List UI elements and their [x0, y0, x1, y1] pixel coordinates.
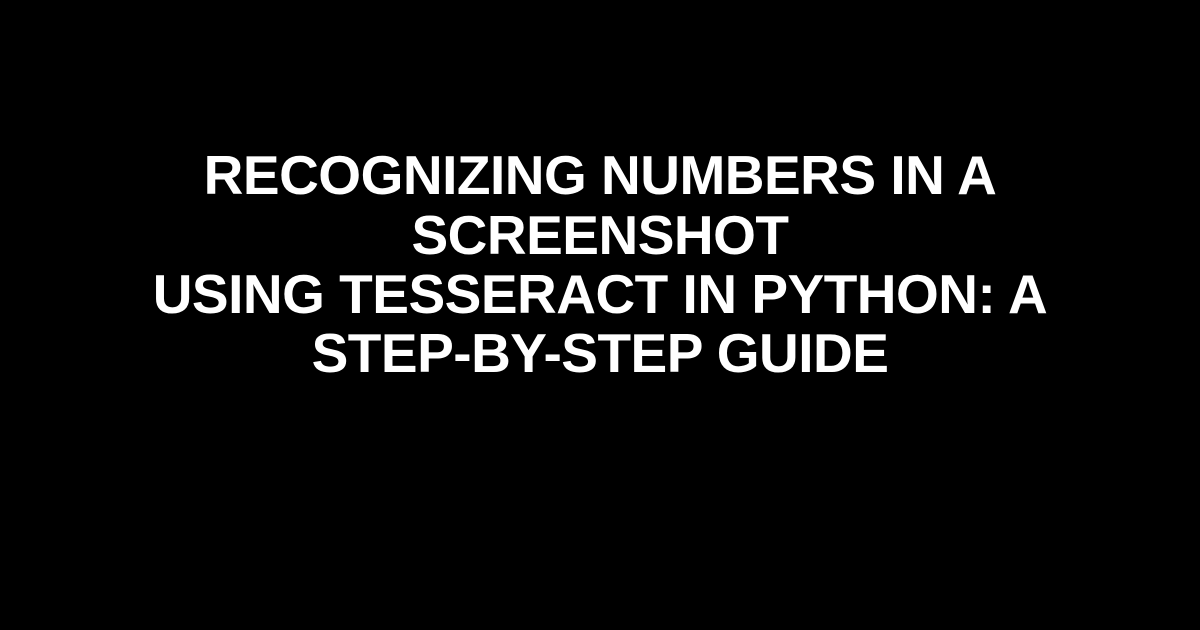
title-line-3: Step-by-Step Guide: [312, 322, 889, 384]
title-line-2: using Tesseract in Python: A: [153, 263, 1048, 325]
page-title: Recognizing Numbers in a Screenshot usin…: [60, 146, 1140, 384]
title-container: Recognizing Numbers in a Screenshot usin…: [0, 146, 1200, 384]
title-line-1: Recognizing Numbers in a Screenshot: [204, 144, 997, 265]
